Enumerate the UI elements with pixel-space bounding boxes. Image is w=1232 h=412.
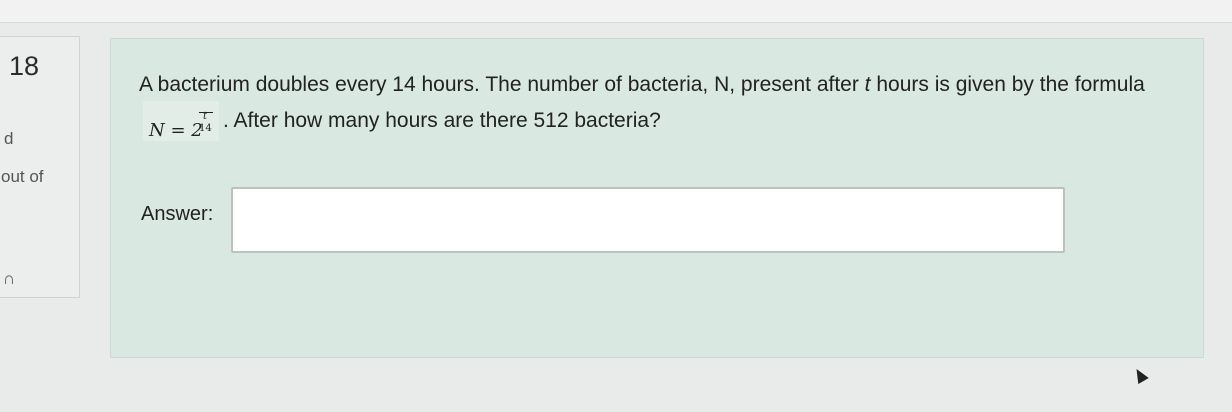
top-divider [0, 0, 1232, 23]
formula-exponent-denominator: 14 [199, 123, 212, 134]
question-text-part2: hours is given by the formula [870, 73, 1145, 96]
question-info-panel: 18 d out of ∩ [0, 36, 80, 298]
question-panel: A bacterium doubles every 14 hours. The … [110, 38, 1204, 358]
answer-label: Answer: [141, 203, 214, 225]
question-text-part3: . After how many hours are there 512 bac… [223, 109, 661, 132]
mouse-cursor-icon [1131, 365, 1149, 385]
question-number: 18 [9, 51, 40, 81]
question-text-part1: A bacterium doubles every 14 hours. The … [139, 73, 865, 96]
formula-base: N = 2 [149, 120, 203, 141]
status-text: d [4, 129, 14, 148]
formula: N = 2 t 14 [143, 101, 219, 141]
flag-fragment: ∩ [3, 269, 16, 288]
points-text: out of [1, 167, 44, 186]
question-text: A bacterium doubles every 14 hours. The … [139, 69, 1199, 141]
answer-input[interactable] [231, 187, 1065, 253]
